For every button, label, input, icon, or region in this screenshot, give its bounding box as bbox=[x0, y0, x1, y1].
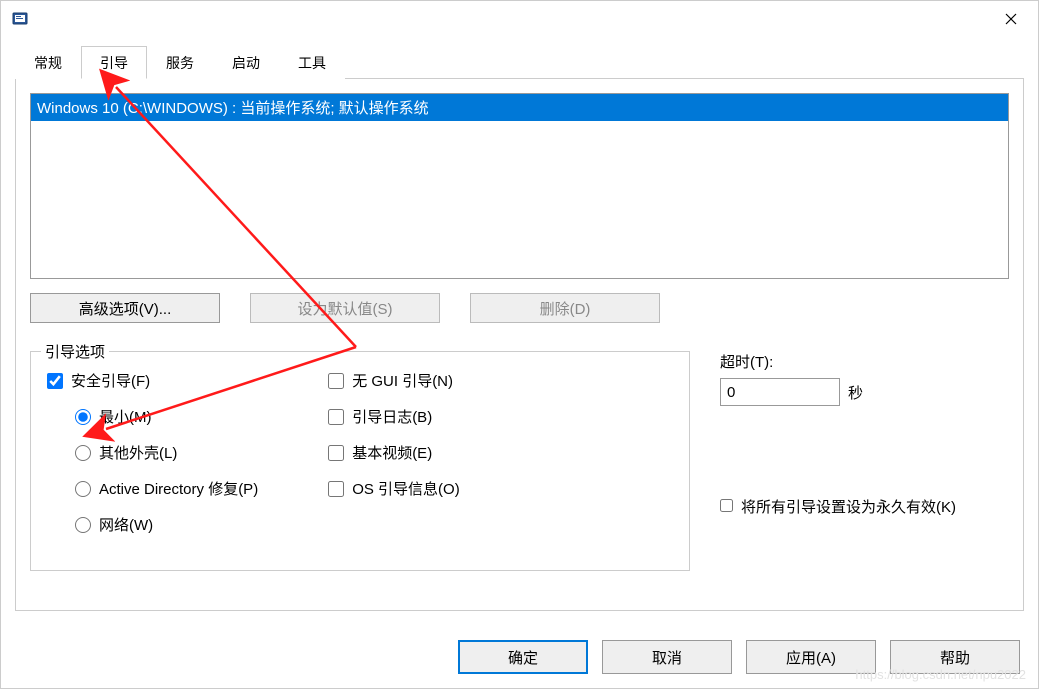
minimal-label: 最小(M) bbox=[99, 406, 152, 427]
other-shell-radio[interactable]: 其他外壳(L) bbox=[75, 442, 258, 463]
minimal-radio[interactable]: 最小(M) bbox=[75, 406, 258, 427]
tab-general[interactable]: 常规 bbox=[15, 46, 81, 79]
tab-services[interactable]: 服务 bbox=[147, 46, 213, 79]
safe-boot-checkbox[interactable]: 安全引导(F) bbox=[47, 370, 258, 391]
boot-options-title: 引导选项 bbox=[41, 341, 109, 362]
ad-repair-input[interactable] bbox=[75, 481, 91, 497]
titlebar bbox=[1, 1, 1038, 37]
minimal-input[interactable] bbox=[75, 409, 91, 425]
apply-button[interactable]: 应用(A) bbox=[746, 640, 876, 674]
basic-video-input[interactable] bbox=[328, 445, 344, 461]
other-shell-input[interactable] bbox=[75, 445, 91, 461]
no-gui-input[interactable] bbox=[328, 373, 344, 389]
boot-log-checkbox[interactable]: 引导日志(B) bbox=[328, 406, 460, 427]
boot-log-input[interactable] bbox=[328, 409, 344, 425]
msconfig-window: 常规 引导 服务 启动 工具 Windows 10 (C:\WINDOWS) :… bbox=[0, 0, 1039, 689]
basic-video-label: 基本视频(E) bbox=[352, 442, 432, 463]
no-gui-checkbox[interactable]: 无 GUI 引导(N) bbox=[328, 370, 460, 391]
os-listbox[interactable]: Windows 10 (C:\WINDOWS) : 当前操作系统; 默认操作系统 bbox=[30, 93, 1009, 279]
permanent-checkbox[interactable]: 将所有引导设置设为永久有效(K) bbox=[720, 496, 990, 517]
os-list-item[interactable]: Windows 10 (C:\WINDOWS) : 当前操作系统; 默认操作系统 bbox=[31, 94, 1008, 121]
button-row: 高级选项(V)... 设为默认值(S) 删除(D) bbox=[30, 293, 1009, 323]
boot-options-group: 引导选项 安全引导(F) 最小(M) bbox=[30, 351, 690, 571]
tab-tools[interactable]: 工具 bbox=[279, 46, 345, 79]
help-button[interactable]: 帮助 bbox=[890, 640, 1020, 674]
ok-button[interactable]: 确定 bbox=[458, 640, 588, 674]
no-gui-label: 无 GUI 引导(N) bbox=[352, 370, 453, 391]
lower-section: 引导选项 安全引导(F) 最小(M) bbox=[30, 351, 1009, 571]
permanent-label: 将所有引导设置设为永久有效(K) bbox=[741, 496, 956, 517]
network-input[interactable] bbox=[75, 517, 91, 533]
safe-boot-input[interactable] bbox=[47, 373, 63, 389]
content-area: 常规 引导 服务 启动 工具 Windows 10 (C:\WINDOWS) :… bbox=[1, 37, 1038, 688]
boot-tab-panel: Windows 10 (C:\WINDOWS) : 当前操作系统; 默认操作系统… bbox=[15, 79, 1024, 611]
os-boot-info-checkbox[interactable]: OS 引导信息(O) bbox=[328, 478, 460, 499]
app-icon bbox=[11, 9, 31, 29]
delete-button: 删除(D) bbox=[470, 293, 660, 323]
os-boot-info-label: OS 引导信息(O) bbox=[352, 478, 460, 499]
other-shell-label: 其他外壳(L) bbox=[99, 442, 177, 463]
tab-strip: 常规 引导 服务 启动 工具 bbox=[15, 45, 1024, 79]
timeout-label: 超时(T): bbox=[720, 351, 990, 372]
network-radio[interactable]: 网络(W) bbox=[75, 514, 258, 535]
boot-log-label: 引导日志(B) bbox=[352, 406, 432, 427]
network-label: 网络(W) bbox=[99, 514, 153, 535]
close-button[interactable] bbox=[988, 3, 1034, 35]
safe-boot-label: 安全引导(F) bbox=[71, 370, 150, 391]
tab-startup[interactable]: 启动 bbox=[213, 46, 279, 79]
timeout-unit: 秒 bbox=[848, 382, 863, 403]
set-default-button: 设为默认值(S) bbox=[250, 293, 440, 323]
permanent-input[interactable] bbox=[720, 499, 733, 512]
timeout-input[interactable] bbox=[720, 378, 840, 406]
ad-repair-label: Active Directory 修复(P) bbox=[99, 478, 258, 499]
advanced-options-button[interactable]: 高级选项(V)... bbox=[30, 293, 220, 323]
tab-boot[interactable]: 引导 bbox=[81, 46, 147, 79]
dialog-buttons: 确定 取消 应用(A) 帮助 bbox=[458, 640, 1020, 674]
basic-video-checkbox[interactable]: 基本视频(E) bbox=[328, 442, 460, 463]
os-boot-info-input[interactable] bbox=[328, 481, 344, 497]
timeout-section: 超时(T): 秒 将所有引导设置设为永久有效(K) bbox=[720, 351, 990, 571]
ad-repair-radio[interactable]: Active Directory 修复(P) bbox=[75, 478, 258, 499]
cancel-button[interactable]: 取消 bbox=[602, 640, 732, 674]
